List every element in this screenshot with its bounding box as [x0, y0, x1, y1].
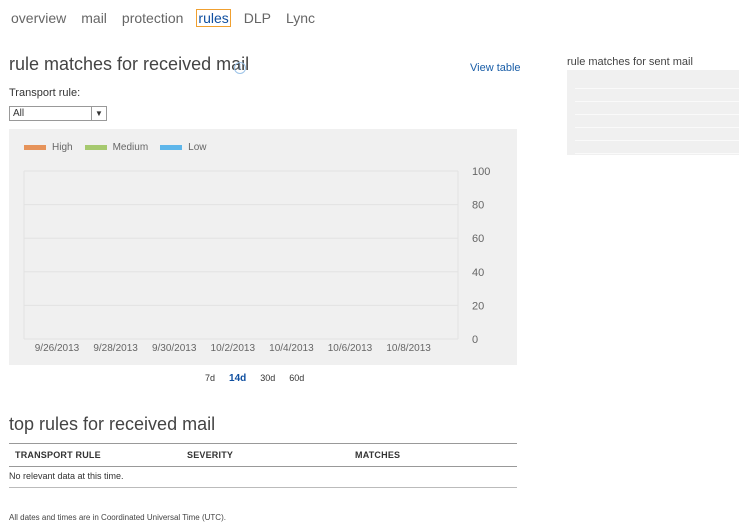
y-tick-label: 0: [472, 334, 478, 346]
x-tick-label: 10/2/2013: [211, 343, 256, 354]
col-transport-rule[interactable]: TRANSPORT RULE: [15, 450, 101, 460]
col-matches[interactable]: MATCHES: [355, 450, 400, 460]
y-tick-label: 20: [472, 300, 484, 312]
x-tick-label: 10/8/2013: [386, 343, 431, 354]
y-tick-label: 100: [472, 166, 490, 178]
sent-chart-grid: [575, 76, 739, 154]
table-divider-bottom: [9, 487, 517, 488]
col-severity[interactable]: SEVERITY: [187, 450, 233, 460]
x-tick-label: 9/28/2013: [93, 343, 138, 354]
x-tick-label: 10/4/2013: [269, 343, 314, 354]
range-30d[interactable]: 30d: [260, 373, 275, 384]
table-divider-mid: [9, 466, 517, 467]
range-selector: 7d 14d 30d 60d: [205, 373, 318, 384]
y-tick-label: 80: [472, 200, 484, 212]
y-tick-label: 40: [472, 267, 484, 279]
range-7d[interactable]: 7d: [205, 373, 215, 384]
empty-message: No relevant data at this time.: [9, 471, 124, 481]
x-tick-label: 9/30/2013: [152, 343, 197, 354]
range-14d[interactable]: 14d: [229, 373, 246, 384]
range-60d[interactable]: 60d: [289, 373, 304, 384]
top-rules-title: top rules for received mail: [9, 414, 216, 434]
plot-area: [24, 171, 458, 339]
utc-footnote: All dates and times are in Coordinated U…: [9, 513, 226, 522]
x-tick-label: 10/6/2013: [328, 343, 373, 354]
x-tick-label: 9/26/2013: [35, 343, 80, 354]
y-tick-label: 60: [472, 233, 484, 245]
sent-title: rule matches for sent mail: [567, 56, 693, 68]
table-divider-top: [9, 443, 517, 444]
